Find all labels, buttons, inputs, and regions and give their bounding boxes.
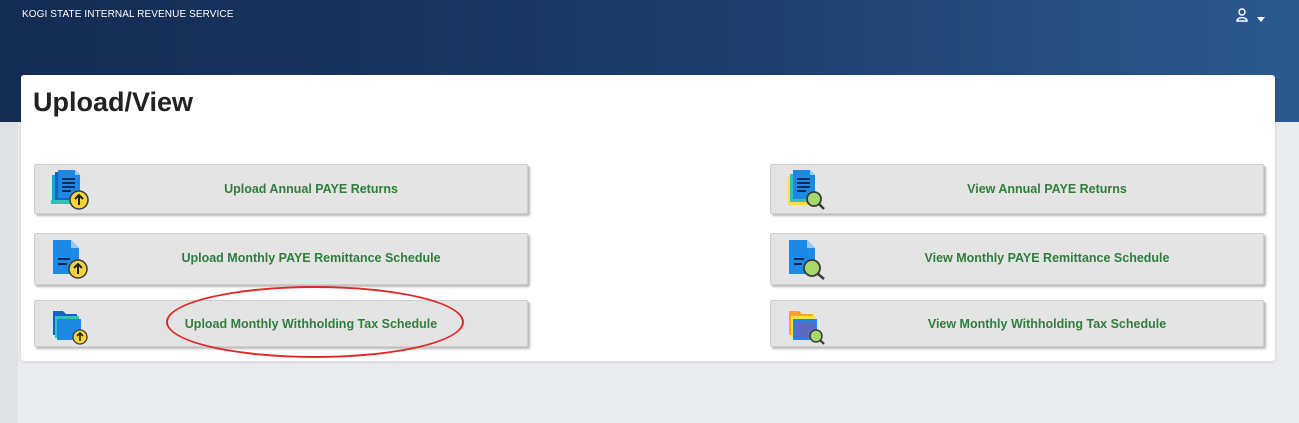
upload-monthly-withholding-tax-schedule-button[interactable]: Upload Monthly Withholding Tax Schedule xyxy=(34,300,528,347)
view-monthly-paye-remittance-schedule-button[interactable]: View Monthly PAYE Remittance Schedule xyxy=(770,233,1264,285)
page-title: Upload/View xyxy=(33,87,194,117)
user-icon[interactable] xyxy=(1236,8,1248,27)
file-upload-icon xyxy=(49,238,91,280)
organization-name: KOGI STATE INTERNAL REVENUE SERVICE xyxy=(22,9,234,20)
view-annual-paye-returns-label: View Annual PAYE Returns xyxy=(967,182,1127,196)
upload-annual-paye-returns-button[interactable]: Upload Annual PAYE Returns xyxy=(34,164,528,214)
caret-down-icon[interactable] xyxy=(1257,9,1265,27)
main-card: Upload/View Upload Annual PAYE Returns U… xyxy=(21,75,1275,361)
upload-monthly-paye-remittance-schedule-button[interactable]: Upload Monthly PAYE Remittance Schedule xyxy=(34,233,528,285)
file-search-icon xyxy=(785,238,827,280)
view-monthly-paye-remittance-schedule-label: View Monthly PAYE Remittance Schedule xyxy=(924,251,1170,265)
document-search-icon xyxy=(785,169,827,211)
upload-monthly-withholding-tax-schedule-label: Upload Monthly Withholding Tax Schedule xyxy=(184,316,438,331)
user-menu[interactable] xyxy=(1236,8,1265,27)
sidebar-strip xyxy=(0,122,18,423)
view-annual-paye-returns-button[interactable]: View Annual PAYE Returns xyxy=(770,164,1264,214)
view-monthly-withholding-tax-schedule-button[interactable]: View Monthly Withholding Tax Schedule xyxy=(770,300,1264,347)
upload-monthly-paye-remittance-schedule-label: Upload Monthly PAYE Remittance Schedule xyxy=(181,251,441,265)
folder-search-icon xyxy=(785,305,827,347)
document-upload-icon xyxy=(49,169,91,211)
upload-annual-paye-returns-label: Upload Annual PAYE Returns xyxy=(224,182,398,196)
folder-upload-icon xyxy=(49,305,91,347)
view-monthly-withholding-tax-schedule-label: View Monthly Withholding Tax Schedule xyxy=(927,316,1167,331)
